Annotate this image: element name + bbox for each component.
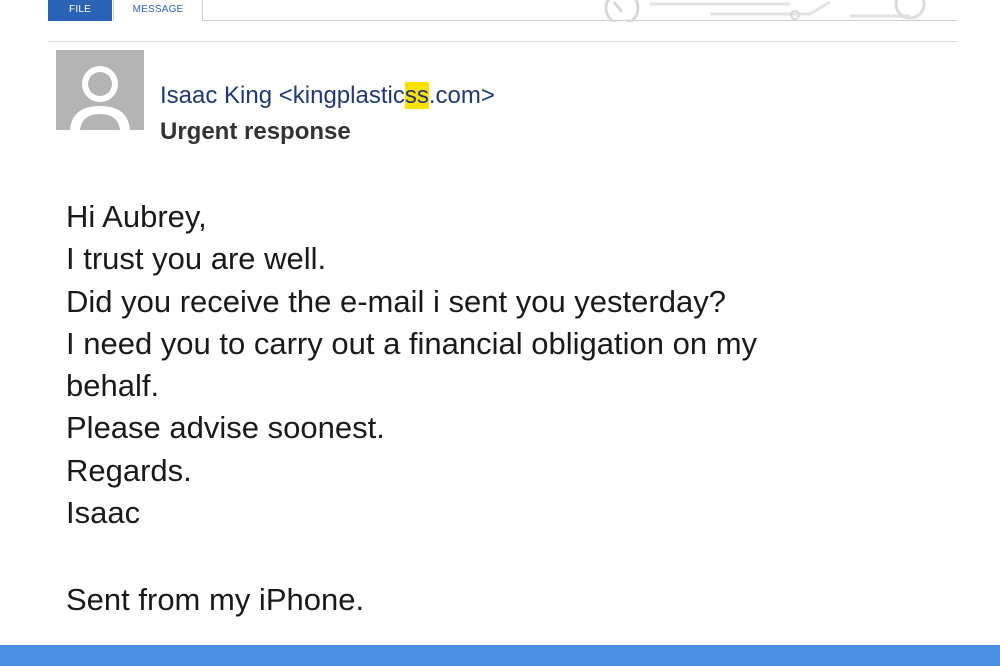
tab-file[interactable]: FILE xyxy=(48,0,112,21)
ribbon-bar: FILE MESSAGE xyxy=(0,0,1000,42)
body-line: Regards. xyxy=(66,452,192,488)
body-line: Please advise soonest. xyxy=(66,410,385,446)
circuit-decoration-icon xyxy=(604,0,926,22)
sender-name: Isaac King xyxy=(160,82,273,109)
sender-email: <kingplasticss.com> xyxy=(279,82,495,109)
body-line: Did you receive the e-mail i sent you ye… xyxy=(66,283,726,319)
sender-email-suffix: .com> xyxy=(428,82,495,109)
body-line: Hi Aubrey, xyxy=(66,199,207,234)
message-subject: Urgent response xyxy=(160,118,351,145)
sender-line[interactable]: Isaac King <kingplasticss.com> xyxy=(160,82,495,110)
body-line: I need you to carry out a financial obli… xyxy=(66,325,758,361)
ribbon-divider xyxy=(48,41,958,42)
sender-avatar xyxy=(56,50,144,130)
body-line: Isaac xyxy=(66,495,141,531)
bottom-bar xyxy=(0,645,1000,666)
body-line: I trust you are well. xyxy=(66,241,327,277)
sender-email-prefix: <kingplastic xyxy=(278,82,405,109)
message-signature: Sent from my iPhone. xyxy=(66,582,365,617)
message-body: Hi Aubrey, I trust you are well. Did you… xyxy=(66,196,946,534)
person-placeholder-icon xyxy=(56,50,144,130)
sender-email-highlight: ss xyxy=(404,82,429,109)
tab-message[interactable]: MESSAGE xyxy=(113,0,203,21)
body-line: behalf. xyxy=(66,368,160,404)
